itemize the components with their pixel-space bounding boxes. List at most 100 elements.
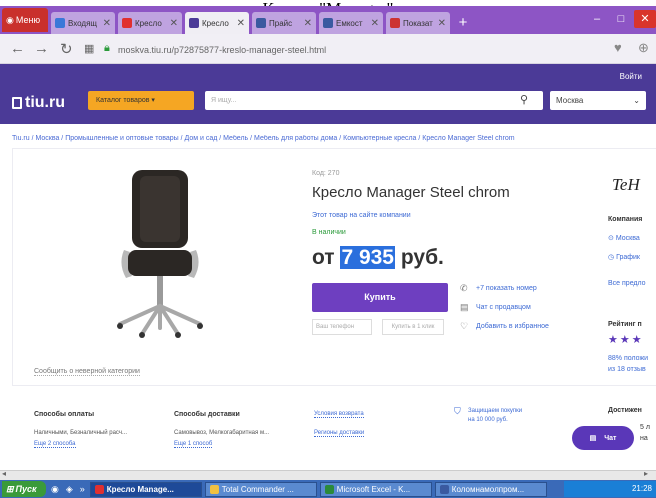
- taskbar-item-3[interactable]: Коломнамолпром...: [434, 481, 547, 497]
- breadcrumb[interactable]: Tiu.ru / Москва / Промышленные и оптовые…: [12, 135, 652, 142]
- close-tab-icon[interactable]: ✕: [170, 18, 178, 29]
- show-phone-link[interactable]: ✆ +7 показать номер: [460, 283, 537, 294]
- quick-launch-icon[interactable]: ◈: [64, 484, 75, 495]
- add-favorite-link[interactable]: ♡ Добавить в избранное: [460, 321, 549, 332]
- product-image[interactable]: [112, 168, 208, 338]
- start-button[interactable]: ⊞ Пуск: [2, 481, 46, 497]
- back-icon[interactable]: ←: [10, 40, 25, 57]
- phone-input[interactable]: Ваш телефон: [312, 319, 372, 335]
- tab-2[interactable]: Кресло ✕: [185, 12, 249, 34]
- product-code: Код: 270: [312, 170, 340, 177]
- search-input[interactable]: Я ищу...: [205, 91, 543, 110]
- protection-link[interactable]: Защищаем покупки на 10 000 руб.: [468, 407, 522, 425]
- url-field[interactable]: moskva.tiu.ru/p72875877-kreslo-manager-s…: [118, 42, 598, 58]
- quick-launch-icon[interactable]: ◉: [49, 484, 61, 495]
- login-link[interactable]: Войти: [620, 72, 642, 81]
- delivery-regions-link[interactable]: Регионы доставки: [314, 430, 365, 437]
- chair-back-panel: [140, 176, 180, 242]
- one-click-buy-button[interactable]: Купить в 1 клик: [382, 319, 444, 335]
- add-favorite-label: Добавить в избранное: [476, 323, 549, 330]
- city-select[interactable]: Москва ⌄: [550, 91, 646, 110]
- chair-stem: [157, 276, 163, 306]
- reload-icon[interactable]: ↻: [60, 40, 73, 58]
- chat-icon: ▤: [460, 302, 469, 312]
- app-icon: [209, 484, 219, 494]
- product-title: Кресло Manager Steel chrom: [312, 184, 510, 201]
- achievements-label: Достижен: [608, 407, 642, 414]
- reviews-count[interactable]: из 18 отзыв: [608, 366, 646, 373]
- favicon-icon: [189, 18, 199, 28]
- close-tab-icon[interactable]: ✕: [103, 18, 111, 29]
- site-header: Войти tiu.ru Каталог товаров ▾ Я ищу... …: [0, 64, 656, 124]
- site-logo[interactable]: tiu.ru: [12, 94, 65, 112]
- protection-line-2: на 10 000 руб.: [468, 417, 508, 423]
- location-icon: ⊙: [608, 235, 614, 242]
- show-phone-label: +7 показать номер: [476, 285, 537, 292]
- product-price: от 7 935 руб.: [312, 246, 444, 270]
- chat-button[interactable]: ▤ Чат: [572, 426, 634, 450]
- schedule-label: График: [616, 254, 640, 261]
- payment-title: Способы оплаты: [34, 411, 95, 418]
- tab-label: Входящ: [68, 18, 98, 28]
- positive-reviews[interactable]: 88% положи: [608, 355, 648, 362]
- heart-icon[interactable]: ♥: [614, 40, 622, 55]
- chat-seller-link[interactable]: ▤ Чат с продавцом: [460, 302, 531, 313]
- svg-text:TeH: TeH: [612, 175, 641, 194]
- close-tab-icon[interactable]: ✕: [237, 18, 245, 29]
- close-tab-icon[interactable]: ✕: [304, 18, 312, 29]
- taskbar-item-2[interactable]: Microsoft Excel - K...: [319, 481, 432, 497]
- delivery-more-link[interactable]: Еще 1 способ: [174, 441, 213, 448]
- taskbar-item-label: Коломнамолпром...: [451, 484, 525, 494]
- logo-mark-icon: [12, 97, 22, 109]
- close-icon[interactable]: ✕: [634, 10, 656, 28]
- chat-seller-label: Чат с продавцом: [476, 304, 531, 311]
- catalog-button[interactable]: Каталог товаров ▾: [88, 91, 194, 110]
- close-tab-icon[interactable]: ✕: [371, 18, 379, 29]
- scroll-right-icon[interactable]: ▸: [644, 469, 648, 478]
- close-tab-icon[interactable]: ✕: [438, 18, 446, 29]
- availability-status: В наличии: [312, 229, 346, 236]
- start-label: Пуск: [15, 484, 37, 494]
- company-city-link[interactable]: ⊙ Москва: [608, 234, 640, 242]
- return-terms-link[interactable]: Условия возврата: [314, 411, 364, 418]
- price-prefix: от: [312, 246, 335, 269]
- price-value: 7 935: [340, 246, 395, 269]
- opera-logo-icon: ◉: [6, 14, 14, 25]
- all-offers-link[interactable]: Все предло: [608, 280, 646, 287]
- tab-1[interactable]: Кресло ✕: [118, 12, 182, 34]
- tab-0[interactable]: Входящ ✕: [51, 12, 115, 34]
- company-logo[interactable]: TeH: [612, 168, 656, 198]
- maximize-icon[interactable]: □: [610, 10, 632, 28]
- price-currency: руб.: [400, 246, 444, 269]
- favicon-icon: [55, 18, 65, 28]
- chair-base: [118, 304, 202, 336]
- quick-launch-icon[interactable]: »: [78, 484, 87, 494]
- rating-label: Рейтинг п: [608, 321, 642, 328]
- tab-3[interactable]: Прайс ✕: [252, 12, 316, 34]
- favicon-icon: [256, 18, 266, 28]
- search-icon[interactable]: ⚲: [520, 91, 528, 110]
- horizontal-scrollbar[interactable]: ◂ ▸: [0, 469, 656, 480]
- catalog-label: Каталог товаров: [96, 97, 150, 104]
- schedule-link[interactable]: ◷ График: [608, 253, 640, 261]
- chat-label: Чат: [604, 434, 617, 442]
- clock-icon: ◷: [608, 254, 615, 261]
- report-category-link[interactable]: Сообщить о неверной категории: [34, 368, 140, 376]
- protection-line-1: Защищаем покупки: [468, 408, 523, 414]
- new-tab-button[interactable]: +: [454, 12, 472, 34]
- download-icon[interactable]: ⊕: [638, 40, 649, 56]
- tab-label: Показат: [403, 18, 433, 28]
- on-site-link[interactable]: Этот товар на сайте компании: [312, 212, 411, 219]
- speed-dial-icon[interactable]: ▦: [84, 42, 94, 55]
- chevron-down-icon: ▾: [151, 97, 155, 104]
- taskbar-item-0[interactable]: Кресло Manage...: [89, 481, 202, 497]
- payment-more-link[interactable]: Еще 2 способа: [34, 441, 76, 448]
- tab-5[interactable]: Показат ✕: [386, 12, 450, 34]
- scroll-left-icon[interactable]: ◂: [2, 469, 6, 478]
- forward-icon[interactable]: →: [34, 40, 49, 57]
- tab-4[interactable]: Емкост ✕: [319, 12, 383, 34]
- browser-menu-button[interactable]: ◉ Меню: [2, 8, 48, 32]
- taskbar-item-1[interactable]: Total Commander ...: [204, 481, 317, 497]
- buy-button[interactable]: Купить: [312, 283, 448, 312]
- minimize-icon[interactable]: –: [586, 10, 608, 28]
